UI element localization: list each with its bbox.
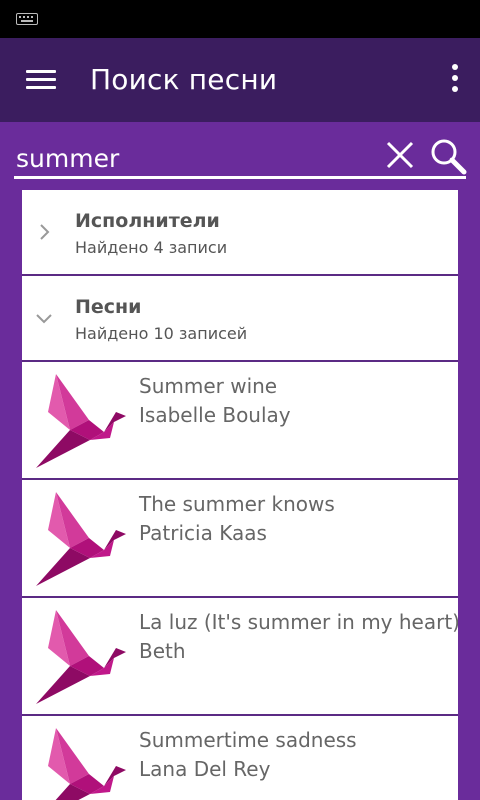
bird-logo-icon bbox=[36, 492, 126, 586]
bird-logo-icon bbox=[48, 728, 126, 800]
app-bar: Поиск песни bbox=[0, 38, 480, 122]
close-icon[interactable] bbox=[382, 137, 418, 173]
results-list: Исполнители Найдено 4 записи Песни Найде… bbox=[22, 190, 458, 800]
song-artist: Lana Del Rey bbox=[139, 757, 271, 781]
bird-logo-icon bbox=[36, 374, 126, 468]
song-item[interactable]: Summer wine Isabelle Boulay bbox=[22, 362, 458, 480]
group-header-artists[interactable]: Исполнители Найдено 4 записи bbox=[22, 190, 458, 276]
search-underline bbox=[14, 176, 466, 179]
song-artist: Beth bbox=[139, 639, 186, 663]
chevron-right-icon bbox=[40, 224, 50, 240]
hamburger-menu-icon[interactable] bbox=[26, 68, 58, 92]
song-title: Summer wine bbox=[139, 374, 278, 398]
song-title: Summertime sadness bbox=[139, 728, 357, 752]
search-icon[interactable] bbox=[428, 136, 468, 176]
status-bar bbox=[0, 0, 480, 38]
search-input[interactable] bbox=[16, 138, 376, 178]
song-item[interactable]: Summertime sadness Lana Del Rey bbox=[22, 716, 458, 800]
group-title: Песни bbox=[75, 296, 142, 318]
group-header-songs[interactable]: Песни Найдено 10 записей bbox=[22, 276, 458, 362]
group-count: Найдено 4 записи bbox=[75, 238, 228, 257]
bird-logo-icon bbox=[36, 610, 126, 704]
chevron-down-icon bbox=[36, 314, 52, 324]
song-item[interactable]: The summer knows Patricia Kaas bbox=[22, 480, 458, 598]
song-item[interactable]: La luz (It's summer in my heart) Beth bbox=[22, 598, 458, 716]
page-title: Поиск песни bbox=[90, 63, 278, 96]
overflow-menu-icon[interactable] bbox=[446, 64, 462, 96]
group-count: Найдено 10 записей bbox=[75, 324, 248, 343]
song-title: La luz (It's summer in my heart) bbox=[139, 610, 458, 634]
song-artist: Patricia Kaas bbox=[139, 521, 267, 545]
song-artist: Isabelle Boulay bbox=[139, 403, 291, 427]
keyboard-icon bbox=[16, 13, 38, 25]
group-title: Исполнители bbox=[75, 210, 220, 232]
song-title: The summer knows bbox=[139, 492, 335, 516]
